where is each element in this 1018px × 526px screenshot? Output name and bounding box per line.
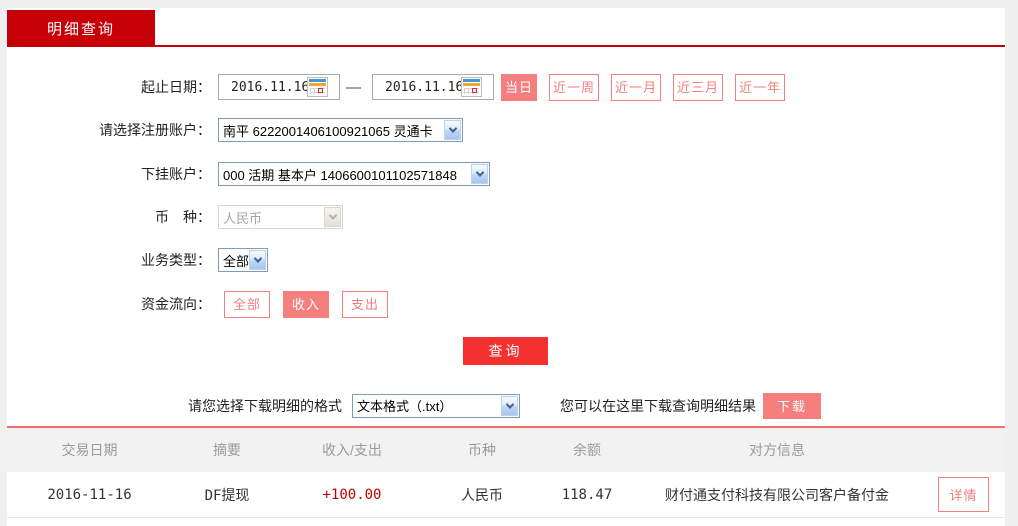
quick-range-year-button[interactable]: 近一年	[735, 74, 785, 101]
header-counterparty: 对方信息	[632, 440, 922, 460]
row-amount: +100.00	[282, 487, 422, 503]
currency-value: 人民币	[223, 208, 262, 227]
register-account-select[interactable]: 南平 6222001406100921065 灵通卡	[218, 118, 463, 142]
calendar-icon[interactable]	[461, 77, 482, 97]
header-balance: 余额	[542, 440, 632, 460]
business-type-row: 业务类型： 全部	[7, 248, 1005, 272]
fund-flow-income-button[interactable]: 收入	[283, 291, 329, 318]
currency-label: 币 种：	[7, 207, 211, 227]
start-date-field[interactable]	[218, 74, 340, 100]
row-counterparty: 财付通支付科技有限公司客户备付金	[632, 485, 922, 505]
download-format-select[interactable]: 文本格式（.txt）	[352, 394, 520, 418]
quick-range-quarter-button[interactable]: 近三月	[673, 74, 723, 101]
row-actions: 详情	[922, 477, 1005, 512]
quick-range-today-button[interactable]: 当日	[501, 74, 537, 101]
header-summary: 摘要	[172, 440, 282, 460]
quick-range-month-button[interactable]: 近一月	[611, 74, 661, 101]
start-date-input[interactable]	[219, 80, 307, 95]
header-date: 交易日期	[7, 440, 172, 460]
tab-detail-query[interactable]: 明细查询	[7, 10, 155, 46]
detail-button[interactable]: 详情	[938, 477, 988, 512]
table-row: 2016-11-16 DF提现 +100.00 人民币 118.47 财付通支付…	[7, 472, 1005, 518]
sub-account-label: 下挂账户：	[7, 164, 211, 184]
row-summary: DF提现	[172, 485, 282, 505]
fund-flow-expense-button[interactable]: 支出	[342, 291, 388, 318]
row-date: 2016-11-16	[7, 487, 172, 503]
sub-account-row: 下挂账户： 000 活期 基本户 1406600101102571848	[7, 162, 1005, 186]
download-button[interactable]: 下载	[763, 393, 821, 419]
download-format-label: 请您选择下载明细的格式	[188, 396, 342, 416]
register-account-value: 南平 6222001406100921065 灵通卡	[223, 121, 433, 140]
row-balance: 118.47	[542, 487, 632, 503]
table-header-row: 交易日期 摘要 收入/支出 币种 余额 对方信息	[7, 428, 1005, 472]
date-range-row: 起止日期： — 当日 近一周 近一月 近三月 近一年	[7, 73, 1005, 101]
end-date-input[interactable]	[373, 80, 461, 95]
tab-underline	[7, 45, 1005, 47]
fund-flow-all-button[interactable]: 全部	[224, 291, 270, 318]
download-format-value: 文本格式（.txt）	[357, 396, 452, 415]
currency-select: 人民币	[218, 205, 343, 229]
detail-query-page: 明细查询 起止日期： — 当日 近一周 近一月 近三月 近一年 请选择注册账户：…	[0, 0, 1018, 526]
download-hint: 您可以在这里下载查询明细结果	[560, 396, 756, 416]
sub-account-select[interactable]: 000 活期 基本户 1406600101102571848	[218, 162, 490, 186]
business-type-select[interactable]: 全部	[218, 248, 268, 272]
register-account-label: 请选择注册账户：	[7, 120, 211, 140]
chevron-down-icon	[471, 164, 488, 184]
fund-flow-label: 资金流向：	[7, 294, 211, 314]
date-range-label: 起止日期：	[7, 77, 211, 97]
sub-account-value: 000 活期 基本户 1406600101102571848	[223, 165, 457, 184]
end-date-field[interactable]	[372, 74, 494, 100]
chevron-down-icon	[324, 207, 341, 227]
fund-flow-row: 资金流向： 全部 收入 支出	[7, 290, 1005, 318]
calendar-icon[interactable]	[307, 77, 328, 97]
header-in-out: 收入/支出	[282, 440, 422, 460]
query-row: 查询	[7, 337, 1005, 365]
currency-row: 币 种： 人民币	[7, 205, 1005, 229]
query-button[interactable]: 查询	[463, 337, 548, 365]
business-type-label: 业务类型：	[7, 250, 211, 270]
date-range-separator: —	[346, 79, 361, 96]
chevron-down-icon	[444, 120, 461, 140]
chevron-down-icon	[249, 250, 266, 270]
quick-range-week-button[interactable]: 近一周	[549, 74, 599, 101]
chevron-down-icon	[501, 396, 518, 416]
register-account-row: 请选择注册账户： 南平 6222001406100921065 灵通卡	[7, 118, 1005, 142]
download-row: 请您选择下载明细的格式 文本格式（.txt） 您可以在这里下载查询明细结果 下载	[7, 392, 1005, 419]
row-currency: 人民币	[422, 485, 542, 505]
business-type-value: 全部	[223, 251, 249, 270]
header-currency: 币种	[422, 440, 542, 460]
